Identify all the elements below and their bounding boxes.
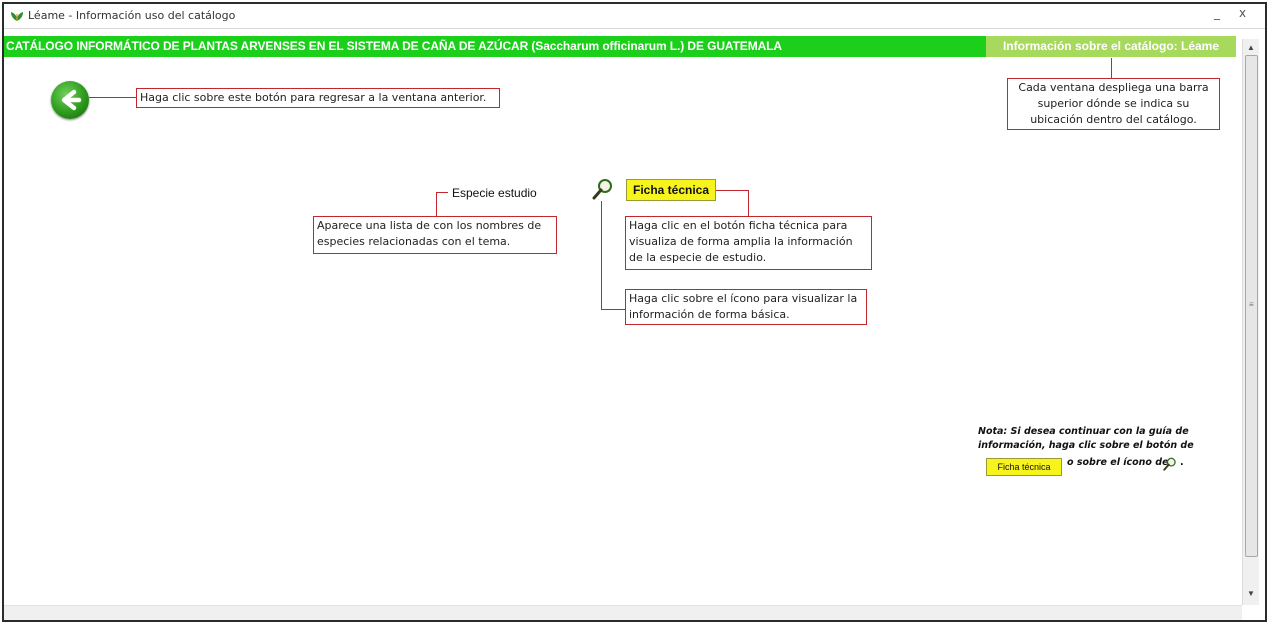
species-list-callout: Aparece una lista de con los nombres de … [313, 216, 557, 254]
topbar-connector [1111, 58, 1112, 78]
magnifier-icon[interactable] [592, 178, 614, 205]
section-title: Información sobre el catálogo: Léame [986, 36, 1236, 57]
note-text-2: o sobre el ícono de [1067, 457, 1169, 468]
horizontal-scrollbar[interactable] [4, 605, 1242, 620]
species-connector-v [436, 192, 437, 216]
back-callout: Haga clic sobre este botón para regresar… [136, 88, 500, 108]
ficha-callout: Haga clic en el botón ficha técnica para… [625, 216, 872, 270]
scroll-thumb[interactable]: ≡ [1245, 55, 1258, 557]
back-connector [89, 97, 136, 98]
close-button[interactable]: x [1239, 6, 1246, 20]
scroll-down-icon[interactable]: ▼ [1243, 587, 1259, 601]
leaf-app-icon [10, 9, 24, 27]
species-connector-h [436, 192, 448, 193]
minimize-button[interactable]: _ [1214, 6, 1220, 20]
ficha-connector-h [716, 190, 749, 191]
header-bar: CATÁLOGO INFORMÁTICO DE PLANTAS ARVENSES… [4, 36, 1236, 57]
note-ficha-button[interactable]: Ficha técnica [986, 458, 1062, 476]
back-arrow-icon [61, 89, 82, 111]
topbar-callout: Cada ventana despliega una barra superio… [1007, 78, 1220, 130]
species-label: Especie estudio [452, 186, 537, 200]
scroll-up-icon[interactable]: ▲ [1243, 41, 1259, 55]
grip-icon: ≡ [1249, 300, 1254, 309]
note-text: Nota: Si desea continuar con la guía de … [978, 425, 1218, 453]
catalog-title: CATÁLOGO INFORMÁTICO DE PLANTAS ARVENSES… [6, 39, 782, 53]
note-text-1: Nota: Si desea continuar con la guía de … [978, 426, 1194, 451]
icon-callout: Haga clic sobre el ícono para visualizar… [625, 289, 867, 325]
title-bar: Léame - Información uso del catálogo _ x [4, 4, 1265, 29]
icon-connector-h [601, 309, 625, 310]
icon-connector-v [601, 201, 602, 310]
back-button[interactable] [51, 81, 89, 119]
ficha-connector-v [748, 190, 749, 216]
note-text-3: . [1180, 457, 1184, 468]
ficha-tecnica-button[interactable]: Ficha técnica [626, 179, 716, 201]
window-title: Léame - Información uso del catálogo [28, 9, 236, 22]
vertical-scrollbar[interactable]: ▲ ≡ ▼ [1242, 39, 1259, 605]
note-magnifier-icon [1163, 457, 1177, 476]
